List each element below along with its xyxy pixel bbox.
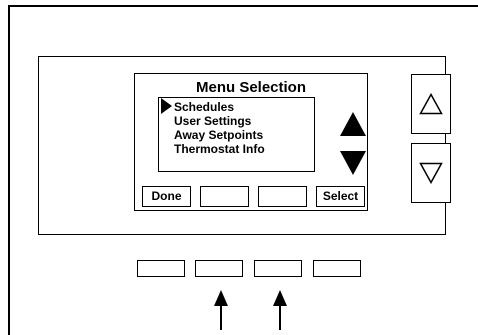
menu-item-thermostat-info[interactable]: Thermostat Info	[174, 142, 265, 156]
softkey-select[interactable]: Select	[316, 186, 365, 207]
menu-item-user-settings[interactable]: User Settings	[174, 114, 251, 128]
scroll-down-arrow-icon[interactable]	[340, 151, 366, 175]
softkey-done[interactable]: Done	[142, 186, 191, 207]
callout-arrow-2-shaft	[220, 304, 222, 330]
down-button[interactable]	[411, 143, 451, 203]
softkey-blank-2[interactable]	[200, 186, 249, 207]
menu-item-schedules[interactable]: Schedules	[174, 100, 234, 114]
hardware-button-1[interactable]	[137, 260, 185, 277]
screen-title: Menu Selection	[195, 79, 307, 96]
callout-arrow-3-shaft	[279, 304, 281, 330]
up-triangle-outline-icon	[419, 93, 443, 115]
up-button[interactable]	[411, 74, 451, 134]
hardware-button-4[interactable]	[313, 260, 361, 277]
down-triangle-outline-icon	[419, 162, 443, 184]
scroll-up-arrow-icon[interactable]	[340, 112, 366, 136]
hardware-button-2[interactable]	[195, 260, 243, 277]
selection-pointer-icon	[161, 98, 172, 114]
softkey-blank-3[interactable]	[258, 186, 307, 207]
hardware-button-3[interactable]	[254, 260, 302, 277]
menu-item-away-setpoints[interactable]: Away Setpoints	[174, 128, 263, 142]
